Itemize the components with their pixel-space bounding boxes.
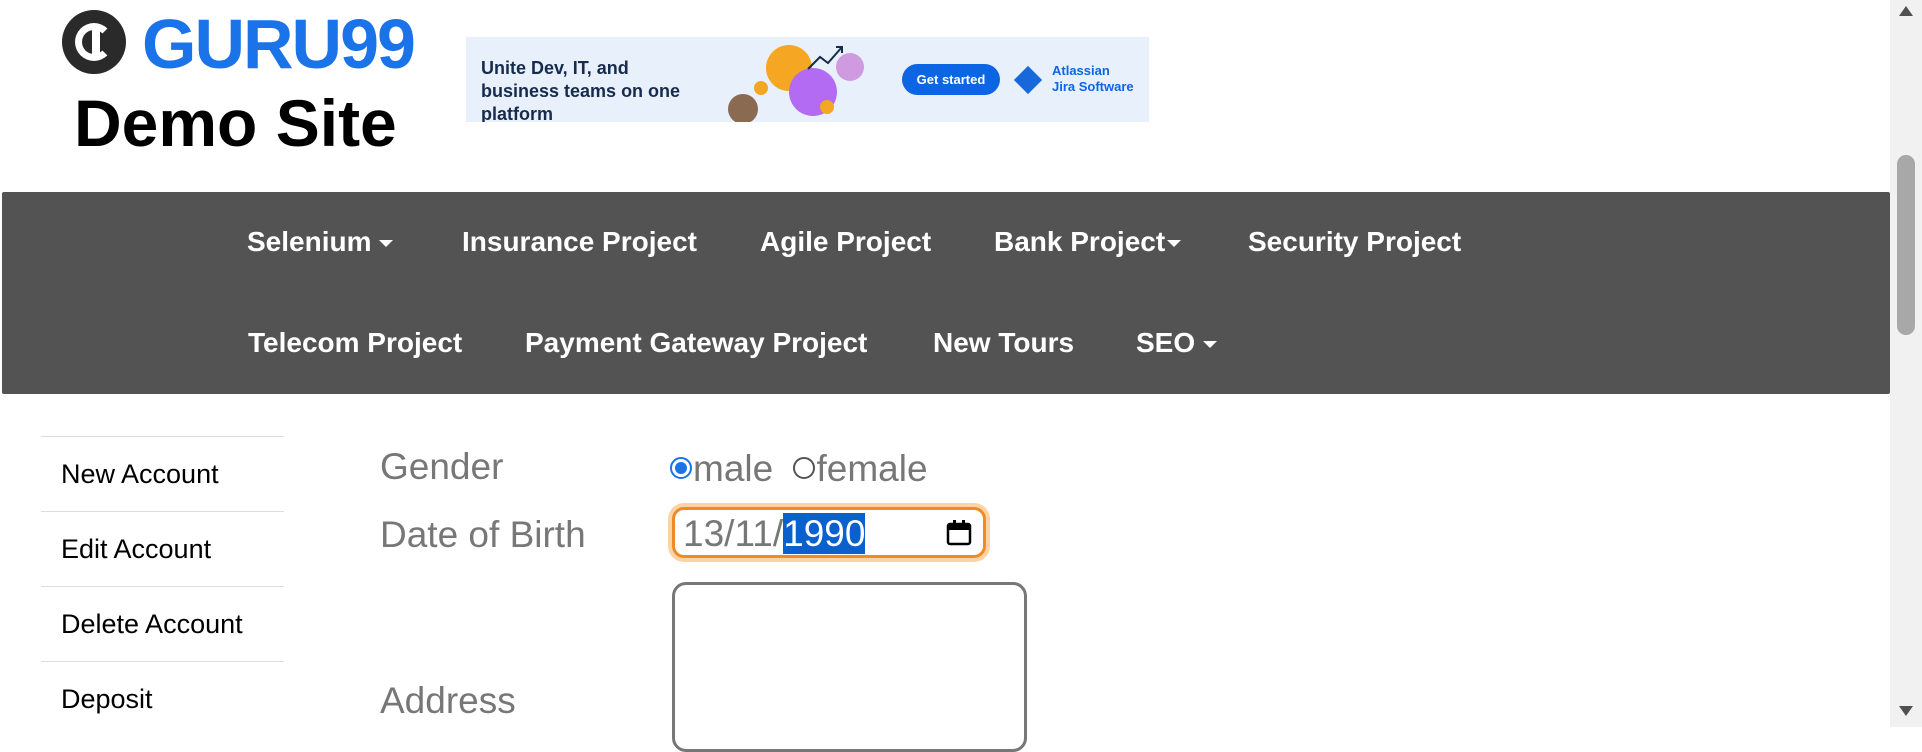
gender-male-radio[interactable]	[670, 457, 692, 480]
brand-name: GURU99	[142, 5, 416, 83]
nav-bank-label: Bank Project	[994, 226, 1166, 257]
nav-newtours-label: New Tours	[933, 327, 1075, 358]
nav-selenium[interactable]: Selenium	[247, 225, 394, 259]
nav-bank-project[interactable]: Bank Project	[994, 225, 1182, 259]
dob-value: 13/11/1990	[683, 513, 866, 554]
banner-text: Unite Dev, IT, and business teams on one…	[481, 58, 681, 122]
calendar-icon[interactable]	[945, 519, 973, 547]
sidebar-menu: New Account Edit Account Delete Account …	[41, 436, 284, 736]
sidebar-item-delete-account[interactable]: Delete Account	[41, 586, 284, 661]
nav-telecom-label: Telecom Project	[248, 327, 463, 358]
guru99-logo[interactable]: GURU99	[62, 6, 416, 82]
caret-down-icon	[1203, 341, 1218, 349]
jira-logo-icon	[1013, 65, 1043, 95]
nav-security-project[interactable]: Security Project	[1248, 225, 1461, 259]
nav-agile-project[interactable]: Agile Project	[760, 225, 931, 259]
scrollbar-thumb[interactable]	[1897, 155, 1915, 335]
gender-radio-group: male female	[670, 447, 928, 491]
nav-seo-label: SEO	[1136, 327, 1196, 358]
dob-date-input[interactable]: 13/11/1990	[672, 507, 986, 558]
main-navbar: Selenium Insurance Project Agile Project…	[2, 192, 1890, 394]
avatar-icon	[728, 94, 758, 122]
nav-security-label: Security Project	[1248, 226, 1462, 257]
caret-down-icon	[1167, 240, 1182, 248]
gender-label: Gender	[380, 446, 504, 487]
dob-year[interactable]: 1990	[783, 513, 866, 554]
sidebar-item-edit-account[interactable]: Edit Account	[41, 511, 284, 586]
nav-seo[interactable]: SEO	[1136, 326, 1218, 360]
nav-insurance-project[interactable]: Insurance Project	[462, 225, 697, 259]
nav-selenium-label: Selenium	[247, 226, 372, 257]
dob-day[interactable]: 13	[683, 513, 724, 554]
scroll-down-arrow-icon[interactable]	[1899, 706, 1913, 716]
jira-product-label: Atlassian Jira Software	[1052, 63, 1134, 95]
scroll-up-arrow-icon[interactable]	[1899, 6, 1913, 16]
sidebar-item-deposit[interactable]: Deposit	[41, 661, 284, 736]
dob-label: Date of Birth	[380, 514, 586, 555]
guru99-logo-icon	[62, 10, 126, 74]
page-scrollbar[interactable]	[1890, 0, 1922, 727]
nav-agile-label: Agile Project	[760, 226, 932, 257]
product-line1: Atlassian	[1052, 63, 1110, 78]
get-started-button[interactable]: Get started	[902, 64, 1000, 95]
nav-new-tours[interactable]: New Tours	[933, 326, 1074, 360]
sidebar-item-new-account[interactable]: New Account	[41, 436, 284, 511]
nav-payment-label: Payment Gateway Project	[525, 327, 868, 358]
gender-male-label[interactable]: male	[693, 448, 773, 489]
trend-arrow-icon	[807, 46, 843, 70]
address-label: Address	[380, 680, 516, 721]
gender-female-label[interactable]: female	[816, 448, 927, 489]
ad-banner[interactable]: Unite Dev, IT, and business teams on one…	[466, 37, 1149, 122]
decor-circle	[820, 100, 834, 114]
site-title: Demo Site	[74, 86, 397, 160]
product-line2: Jira Software	[1052, 79, 1134, 94]
nav-telecom-project[interactable]: Telecom Project	[248, 326, 462, 360]
dob-month[interactable]: 11	[734, 513, 772, 554]
decor-circle	[754, 81, 768, 95]
gender-female-radio[interactable]	[793, 457, 816, 480]
nav-payment-gateway-project[interactable]: Payment Gateway Project	[525, 326, 867, 360]
nav-insurance-label: Insurance Project	[462, 226, 697, 257]
caret-down-icon	[379, 240, 394, 248]
